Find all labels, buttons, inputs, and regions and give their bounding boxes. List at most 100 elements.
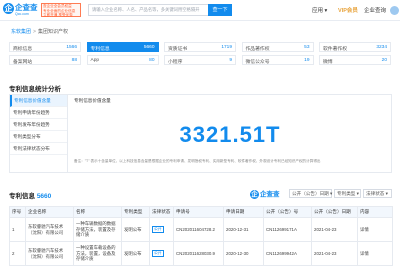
stat-label: App bbox=[90, 57, 100, 63]
analysis-tab-value[interactable]: 专利信息价值含量 bbox=[10, 95, 67, 107]
stat-work-copyright[interactable]: 作品著作权 53 bbox=[241, 42, 314, 52]
stat-label: 小程序 bbox=[168, 59, 183, 65]
col-header: 内容 bbox=[357, 206, 393, 218]
top-nav-bar: 企 企查查 Qcc.com 查企业全会员权益 专业全面的企业信息 立即开通 享受… bbox=[0, 0, 400, 21]
cell-company-link[interactable]: 东软睿驰汽车技术（沈阳）有限公司 bbox=[25, 241, 74, 266]
cell-patent-name-link[interactable]: 一种设置车载设备的方法，装置，设备及存储介质 bbox=[73, 241, 122, 266]
cell-pub-no: CN112699942A bbox=[263, 241, 312, 266]
analysis-note: 备注："T" 表示十含量单位，以上科技信息含量是根据企业的专利申请、发明授权专利… bbox=[74, 159, 321, 163]
watermark-logo: 企企查查 bbox=[250, 188, 280, 199]
col-header: 专利类型 bbox=[121, 206, 150, 218]
analysis-side-menu: 专利信息价值含量 专利申请年份趋势 专利发布年份趋势 专利类型分布 专利法律状态… bbox=[10, 95, 68, 172]
watermark-name: 企查查 bbox=[260, 191, 280, 198]
cell-no: 2 bbox=[9, 241, 26, 266]
stat-certificate[interactable]: 资质证书 1719 bbox=[164, 42, 236, 52]
cell-pub-date: 2021-04-23 bbox=[311, 241, 358, 266]
col-header: 企业名称 bbox=[25, 206, 74, 218]
col-header: 公开（公告）日期 bbox=[311, 206, 358, 218]
stat-value: 9 bbox=[229, 57, 232, 63]
stat-label: 备案网站 bbox=[13, 59, 33, 65]
analysis-tab-status[interactable]: 专利法律状态分布 bbox=[10, 143, 67, 155]
stat-label: 软件著作权 bbox=[323, 46, 347, 52]
table-header-row: 序号 企业名称 名称 专利类型 法律状态 申请号 申请日期 公开（公告）号 公开… bbox=[9, 206, 393, 218]
stat-label: 商标信息 bbox=[13, 46, 33, 52]
analysis-title: 专利信息统计分析 bbox=[9, 86, 61, 93]
stat-patent[interactable]: 专利信息 5660 bbox=[86, 42, 159, 52]
table-row: 2 东软睿驰汽车技术（沈阳）有限公司 一种设置车载设备的方法，装置，设备及存储介… bbox=[9, 241, 393, 266]
col-header: 名称 bbox=[73, 206, 122, 218]
filter-legal-status[interactable]: 法律状态 ▾ bbox=[363, 189, 392, 198]
stat-app[interactable]: App 80 bbox=[86, 55, 159, 65]
logo-name: 企查查 bbox=[15, 3, 38, 12]
cell-type: 发明公布 bbox=[121, 217, 150, 242]
patent-list-count: 5660 bbox=[36, 193, 52, 200]
value-figure: 3321.51T bbox=[179, 122, 281, 147]
col-header: 申请号 bbox=[173, 206, 224, 218]
stat-weibo[interactable]: 微博 20 bbox=[319, 55, 391, 65]
cell-no: 1 bbox=[9, 217, 26, 242]
detail-link[interactable]: 详情 bbox=[357, 241, 393, 266]
cell-type: 发明公布 bbox=[121, 241, 150, 266]
cell-app-no: CN202011628030.9 bbox=[173, 241, 224, 266]
stat-value: 88 bbox=[71, 57, 77, 63]
stat-wechat[interactable]: 微信公众号 19 bbox=[241, 55, 314, 65]
table-row: 1 东软睿驰汽车技术（沈阳）有限公司 一种车辆数据的数据存储方法，装置及存储介质… bbox=[9, 217, 393, 242]
col-header: 公开（公告）号 bbox=[263, 206, 312, 218]
analysis-tab-apply-trend[interactable]: 专利申请年份趋势 bbox=[10, 107, 67, 119]
breadcrumb-company-link[interactable]: 东软集团 bbox=[11, 29, 31, 35]
search-button[interactable]: 查一下 bbox=[208, 4, 232, 16]
search-input[interactable]: 请输入企业名称、人名、产品名等，多关键词用空格隔开 bbox=[88, 4, 208, 16]
col-header: 序号 bbox=[9, 206, 26, 218]
cell-company-link[interactable]: 东软睿驰汽车技术（沈阳）有限公司 bbox=[25, 217, 74, 242]
cell-pub-no: CN112699171A bbox=[263, 217, 312, 242]
stat-mini-program[interactable]: 小程序 9 bbox=[164, 55, 236, 65]
stat-label: 微信公众号 bbox=[245, 59, 270, 65]
patent-list-label: 专利信息 bbox=[9, 193, 35, 200]
promo-line: 立即开通 享受优惠 bbox=[43, 13, 73, 17]
cell-patent-name-link[interactable]: 一种车辆数据的数据存储方法，装置及存储介质 bbox=[73, 217, 122, 242]
stat-value: 1566 bbox=[66, 44, 77, 50]
stat-value: 3234 bbox=[376, 44, 387, 50]
nav-enterprise-link[interactable]: 企业查询 bbox=[364, 6, 386, 14]
filter-publish-date[interactable]: 公开（公告）日期 ▾ bbox=[289, 189, 332, 198]
stat-value: 20 bbox=[381, 57, 387, 63]
nav-app-menu[interactable]: 应用 ▾ bbox=[312, 6, 327, 14]
site-logo[interactable]: 企 企查查 Qcc.com bbox=[3, 3, 39, 17]
cell-app-no: CN202011604728.2 bbox=[173, 217, 224, 242]
stat-value: 53 bbox=[304, 44, 310, 50]
patent-list-title: 专利信息 5660 bbox=[9, 190, 51, 200]
analysis-tab-type[interactable]: 专利类型分布 bbox=[10, 131, 67, 143]
stat-label: 专利信息 bbox=[90, 46, 110, 52]
stat-value: 1719 bbox=[221, 44, 232, 50]
patent-table: 序号 企业名称 名称 专利类型 法律状态 申请号 申请日期 公开（公告）号 公开… bbox=[9, 206, 393, 266]
breadcrumb: 东软集团 > 集团知识产权 bbox=[11, 28, 68, 35]
logo-subtext: Qcc.com bbox=[15, 12, 29, 16]
stat-trademark[interactable]: 商标信息 1566 bbox=[9, 42, 81, 52]
col-header: 法律状态 bbox=[149, 206, 174, 218]
stat-value: 80 bbox=[149, 57, 155, 63]
stat-label: 作品著作权 bbox=[245, 46, 270, 52]
breadcrumb-current: 集团知识产权 bbox=[37, 29, 68, 35]
detail-link[interactable]: 详情 bbox=[357, 217, 393, 242]
stat-value: 5660 bbox=[143, 44, 155, 50]
user-avatar[interactable] bbox=[390, 6, 399, 15]
logo-mark-icon: 企 bbox=[3, 3, 14, 14]
cell-app-date: 2020-12-30 bbox=[223, 241, 264, 266]
col-header: 申请日期 bbox=[223, 206, 264, 218]
status-badge: 公开 bbox=[152, 250, 164, 257]
cell-pub-date: 2021-04-23 bbox=[311, 217, 358, 242]
value-display: 3321.51T bbox=[74, 105, 386, 160]
stat-software-copyright[interactable]: 软件著作权 3234 bbox=[319, 42, 391, 52]
stat-label: 微博 bbox=[323, 59, 333, 65]
promo-banner[interactable]: 查企业全会员权益 专业全面的企业信息 立即开通 享受优惠 bbox=[41, 3, 81, 17]
cell-app-date: 2020-12-31 bbox=[223, 217, 264, 242]
stat-value: 19 bbox=[304, 57, 310, 63]
status-badge: 公开 bbox=[152, 226, 164, 233]
analysis-tab-publish-trend[interactable]: 专利发布年份趋势 bbox=[10, 119, 67, 131]
filter-patent-type[interactable]: 专利类型 ▾ bbox=[334, 189, 361, 198]
cell-status: 公开 bbox=[149, 217, 174, 242]
stat-website[interactable]: 备案网站 88 bbox=[9, 55, 81, 65]
analysis-panel: 专利信息价值含量 专利申请年份趋势 专利发布年份趋势 专利类型分布 专利法律状态… bbox=[9, 94, 392, 173]
nav-vip-link[interactable]: VIP会员 bbox=[338, 6, 358, 14]
logo-mark-icon: 企 bbox=[250, 190, 259, 199]
